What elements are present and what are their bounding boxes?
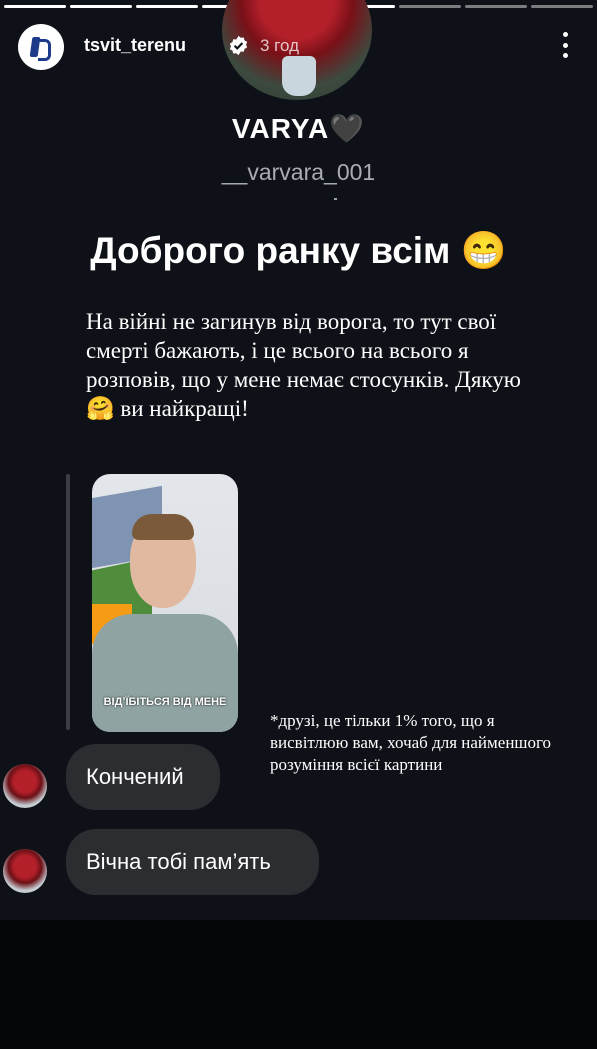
story-time: 3 год xyxy=(260,36,300,55)
comment-text: Вічна тобі пам’ять xyxy=(86,849,271,874)
hugging-emoji: 🤗 xyxy=(86,396,115,421)
account-logo-icon xyxy=(29,35,53,61)
comment-bubble: Кончений xyxy=(66,744,220,810)
person-hair xyxy=(132,514,194,540)
profile-display-name: VARYA🖤 xyxy=(0,112,597,145)
story-footer-area xyxy=(0,920,597,1049)
more-options-icon[interactable] xyxy=(561,32,569,58)
progress-segment xyxy=(399,5,462,8)
progress-segment xyxy=(465,5,528,8)
person-shirt xyxy=(92,614,238,732)
display-name-text: VARYA xyxy=(231,113,330,144)
progress-segment xyxy=(69,5,132,8)
message-text-part1: На війні не загинув від ворога, то тут с… xyxy=(86,309,521,392)
video-caption: ВІДʼЇБІТЬСЯ ВІД МЕНЕ xyxy=(103,696,227,708)
message-text-part2: ви найкращі! xyxy=(120,396,249,421)
commenter-avatar[interactable] xyxy=(3,764,47,808)
greeting-heading: Доброго ранку всім 😁 xyxy=(0,230,597,273)
verified-badge-icon xyxy=(229,35,248,56)
small-dot xyxy=(334,198,337,200)
progress-segment xyxy=(531,5,594,8)
progress-segment xyxy=(4,5,66,8)
reply-quote-line xyxy=(66,474,70,730)
profile-handle: __varvara_001 xyxy=(221,159,376,185)
story-note: *друзі, це тільки 1% того, що я висвітлю… xyxy=(270,711,552,774)
comment-text: Кончений xyxy=(86,764,184,789)
greeting-text: Доброго ранку всім xyxy=(90,230,451,271)
grinning-emoji: 😁 xyxy=(460,230,507,271)
story-header: tsvit_terenu 3 год xyxy=(18,20,579,72)
progress-segment xyxy=(135,5,198,8)
comment-bubble: Вічна тобі пам’ять xyxy=(66,829,319,895)
account-name[interactable]: tsvit_terenu xyxy=(84,35,186,56)
video-thumbnail[interactable]: ВІДʼЇБІТЬСЯ ВІД МЕНЕ xyxy=(92,474,238,732)
story-message: На війні не загинув від ворога, то тут с… xyxy=(86,307,526,423)
black-heart-emoji: 🖤 xyxy=(329,113,366,144)
commenter-avatar[interactable] xyxy=(3,849,47,893)
account-avatar[interactable] xyxy=(18,24,64,70)
